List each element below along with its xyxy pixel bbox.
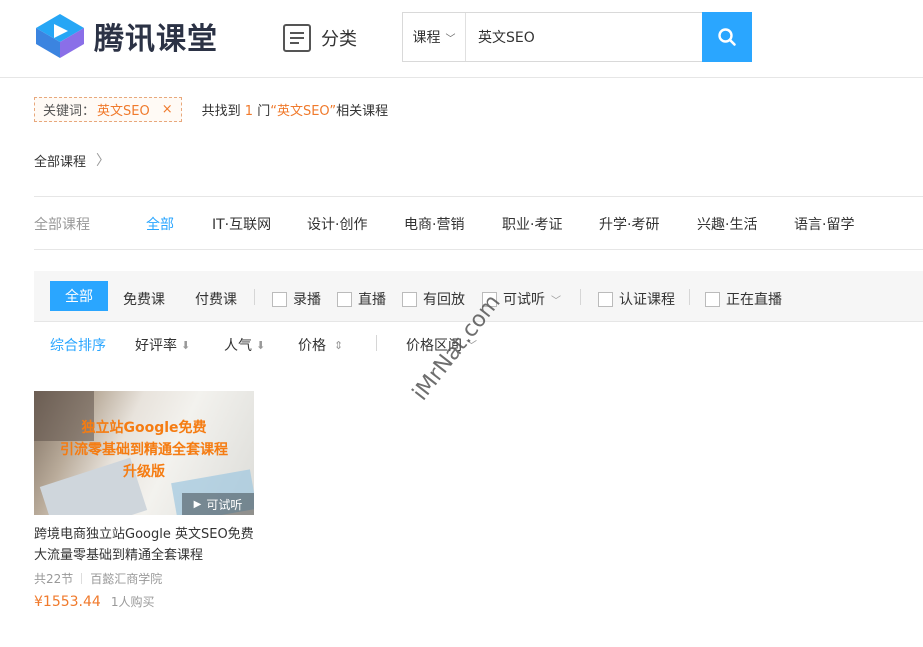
arrow-down-icon: ⬇ bbox=[181, 338, 191, 352]
checkbox-box bbox=[402, 291, 417, 307]
live-now-label: 正在直播 bbox=[726, 292, 782, 308]
search-input[interactable] bbox=[466, 13, 702, 61]
category-tab-design[interactable]: 设计·创作 bbox=[307, 214, 367, 234]
keyword-row: 关键词： 英文SEO × 共找到 1 门“英文SEO”相关课程 bbox=[34, 97, 388, 122]
result-summary: 共找到 1 门“英文SEO”相关课程 bbox=[202, 100, 389, 119]
recorded-label: 录播 bbox=[293, 292, 321, 308]
thumbnail-caption: 独立站Google免费 引流零基础到精通全套课程 升级版 bbox=[34, 417, 254, 483]
keyword-tag: 关键词： 英文SEO × bbox=[34, 97, 182, 122]
sort-default-label: 综合排序 bbox=[50, 338, 106, 354]
live-checkbox[interactable]: 直播 bbox=[337, 289, 386, 309]
category-tab-it[interactable]: IT·互联网 bbox=[212, 214, 271, 234]
logo[interactable]: 腾讯课堂 bbox=[34, 12, 218, 60]
sort-default[interactable]: 综合排序 bbox=[50, 335, 106, 355]
category-tab-career[interactable]: 职业·考证 bbox=[502, 214, 562, 234]
checkbox-box bbox=[272, 291, 287, 307]
divider bbox=[689, 289, 690, 305]
category-tab-ecommerce[interactable]: 电商·营销 bbox=[404, 214, 464, 234]
recorded-checkbox[interactable]: 录播 bbox=[272, 289, 321, 309]
checkbox-box bbox=[337, 291, 352, 307]
course-thumbnail[interactable]: 独立站Google免费 引流零基础到精通全套课程 升级版 ▶ 可试听 bbox=[34, 391, 254, 515]
result-suffix: 相关课程 bbox=[336, 104, 389, 119]
sort-updown-icon: ⇕ bbox=[334, 338, 344, 352]
replay-checkbox[interactable]: 有回放 bbox=[402, 289, 465, 309]
checkbox-box bbox=[705, 291, 720, 307]
result-count: 1 bbox=[244, 104, 254, 119]
category-nav: 全部课程 全部 IT·互联网 设计·创作 电商·营销 职业·考证 升学·考研 兴… bbox=[34, 196, 923, 250]
course-meta: 共22节 百懿汇商学院 bbox=[34, 570, 256, 587]
sort-rating[interactable]: 好评率 ⬇ bbox=[135, 335, 190, 355]
category-label: 分类 bbox=[321, 29, 357, 50]
arrow-down-icon: ⬇ bbox=[256, 338, 266, 352]
thumbnail-line-1: 独立站Google免费 bbox=[81, 420, 207, 436]
close-icon[interactable]: × bbox=[162, 102, 173, 117]
thumbnail-line-2: 引流零基础到精通全套课程 bbox=[60, 442, 228, 458]
buyer-count: 1人购买 bbox=[110, 595, 155, 609]
top-header: 腾讯课堂 分类 课程 ﹀ bbox=[0, 0, 923, 78]
thumbnail-line-3: 升级版 bbox=[123, 464, 165, 480]
list-icon bbox=[283, 24, 311, 52]
live-label: 直播 bbox=[358, 292, 386, 308]
logo-play-icon bbox=[36, 14, 84, 58]
result-prefix: 共找到 bbox=[201, 104, 241, 119]
certified-label: 认证课程 bbox=[619, 292, 675, 308]
search-type-label: 课程 bbox=[412, 30, 441, 46]
divider bbox=[376, 335, 377, 351]
play-icon: ▶ bbox=[193, 498, 202, 510]
breadcrumb-label: 全部课程 bbox=[34, 154, 87, 170]
category-tab-exam[interactable]: 升学·考研 bbox=[599, 214, 659, 234]
course-price: ¥1553.44 bbox=[34, 594, 101, 610]
chevron-down-icon: ﹀ bbox=[445, 33, 456, 45]
keyword-value: 英文SEO bbox=[97, 104, 150, 119]
search-bar: 课程 ﹀ bbox=[402, 12, 752, 62]
result-keyword: “英文SEO” bbox=[270, 104, 337, 119]
sort-popularity-label: 人气 bbox=[224, 338, 252, 354]
sort-price[interactable]: 价格 ⇕ bbox=[298, 335, 343, 355]
category-tab-all[interactable]: 全部 bbox=[146, 214, 174, 234]
filter-all-button[interactable]: 全部 bbox=[50, 281, 108, 311]
category-menu-button[interactable]: 分类 bbox=[283, 24, 357, 52]
search-button[interactable] bbox=[702, 12, 752, 62]
certified-checkbox[interactable]: 认证课程 bbox=[598, 289, 675, 309]
keyword-label: 关键词： bbox=[43, 104, 96, 119]
live-now-checkbox[interactable]: 正在直播 bbox=[705, 289, 782, 309]
checkbox-box bbox=[598, 291, 613, 307]
category-tab-language[interactable]: 语言·留学 bbox=[794, 214, 854, 234]
logo-text: 腾讯课堂 bbox=[94, 22, 218, 57]
sort-price-label: 价格 bbox=[298, 338, 326, 354]
divider bbox=[81, 573, 83, 584]
trial-badge-label: 可试听 bbox=[206, 497, 243, 512]
lesson-count: 共22节 bbox=[34, 572, 74, 586]
course-card[interactable]: 独立站Google免费 引流零基础到精通全套课程 升级版 ▶ 可试听 跨境电商独… bbox=[34, 391, 256, 610]
course-price-row: ¥1553.44 1人购买 bbox=[34, 593, 256, 610]
sort-rating-label: 好评率 bbox=[135, 338, 177, 354]
category-nav-label: 全部课程 bbox=[34, 217, 90, 233]
trial-badge[interactable]: ▶ 可试听 bbox=[182, 493, 254, 515]
replay-label: 有回放 bbox=[423, 292, 465, 308]
sort-popularity[interactable]: 人气 ⬇ bbox=[224, 335, 265, 355]
result-unit: 门 bbox=[257, 104, 271, 119]
filter-paid-tab[interactable]: 付费课 bbox=[195, 289, 237, 309]
chevron-right-icon: 〉 bbox=[96, 153, 111, 169]
chevron-down-icon: ﹀ bbox=[551, 295, 561, 307]
search-icon bbox=[718, 28, 736, 46]
divider bbox=[254, 289, 255, 305]
divider bbox=[580, 289, 581, 305]
course-title[interactable]: 跨境电商独立站Google 英文SEO免费大流量零基础到精通全套课程 bbox=[34, 524, 256, 566]
breadcrumb[interactable]: 全部课程 〉 bbox=[34, 150, 110, 170]
organization-link[interactable]: 百懿汇商学院 bbox=[90, 570, 162, 587]
trial-label: 可试听 bbox=[503, 292, 545, 308]
category-tab-hobby[interactable]: 兴趣·生活 bbox=[697, 214, 757, 234]
search-type-select[interactable]: 课程 ﹀ bbox=[403, 13, 466, 61]
filter-free-tab[interactable]: 免费课 bbox=[123, 289, 165, 309]
